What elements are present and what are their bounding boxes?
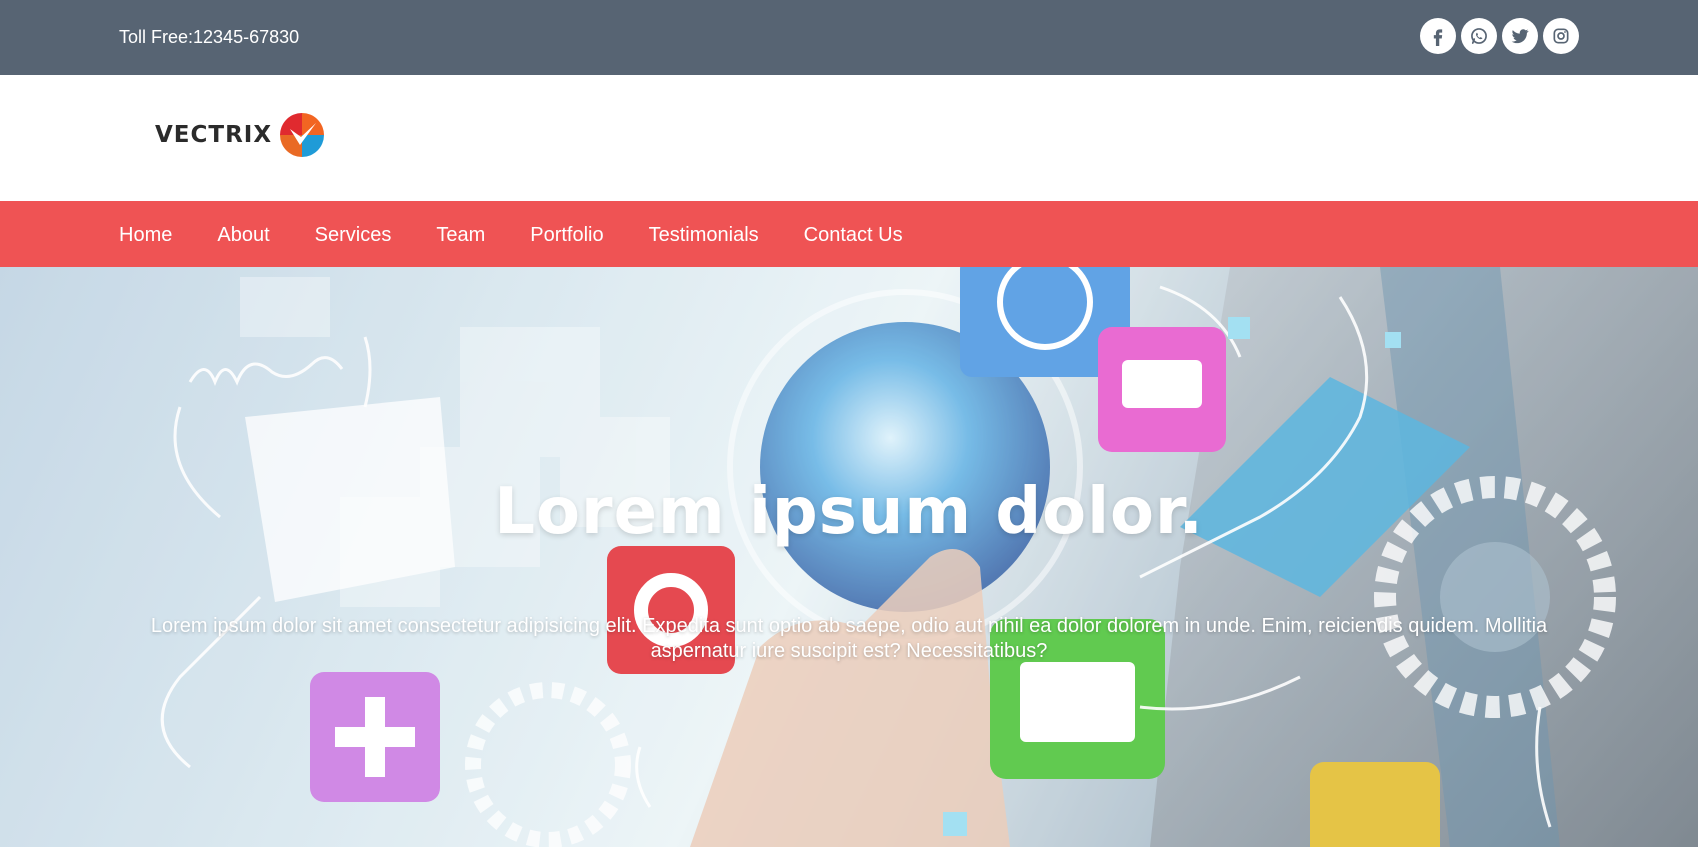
hero-banner: Lorem ipsum dolor. Lorem ipsum dolor sit…	[0, 267, 1698, 847]
nav-item-contact-us[interactable]: Contact Us	[804, 223, 903, 247]
hero-background-image	[0, 267, 1698, 847]
toll-free-number: Toll Free:12345-67830	[119, 27, 300, 47]
logo-text: VECTRIX	[155, 122, 273, 148]
vectrix-logo-icon	[278, 111, 326, 159]
nav-item-portfolio[interactable]: Portfolio	[530, 223, 603, 247]
main-navigation: Home About Services Team Portfolio Testi…	[0, 201, 1698, 267]
nav-item-home[interactable]: Home	[119, 223, 172, 247]
nav-item-team[interactable]: Team	[436, 223, 485, 247]
nav-item-testimonials[interactable]: Testimonials	[649, 223, 759, 247]
facebook-icon	[1433, 29, 1443, 46]
social-links	[1420, 18, 1579, 54]
hero-title: Lorem ipsum dolor.	[494, 475, 1204, 549]
twitter-link[interactable]	[1502, 18, 1538, 54]
instagram-icon	[1553, 28, 1569, 44]
instagram-link[interactable]	[1543, 18, 1579, 54]
whatsapp-icon	[1471, 28, 1487, 44]
site-logo[interactable]: VECTRIX	[155, 111, 326, 159]
whatsapp-link[interactable]	[1461, 18, 1497, 54]
logo-band: VECTRIX	[0, 75, 1698, 201]
top-bar: Toll Free:12345-67830	[0, 0, 1698, 75]
nav-item-about[interactable]: About	[217, 223, 269, 247]
nav-item-services[interactable]: Services	[315, 223, 392, 247]
facebook-link[interactable]	[1420, 18, 1456, 54]
twitter-icon	[1511, 29, 1529, 44]
hero-description: Lorem ipsum dolor sit amet consectetur a…	[150, 615, 1548, 662]
